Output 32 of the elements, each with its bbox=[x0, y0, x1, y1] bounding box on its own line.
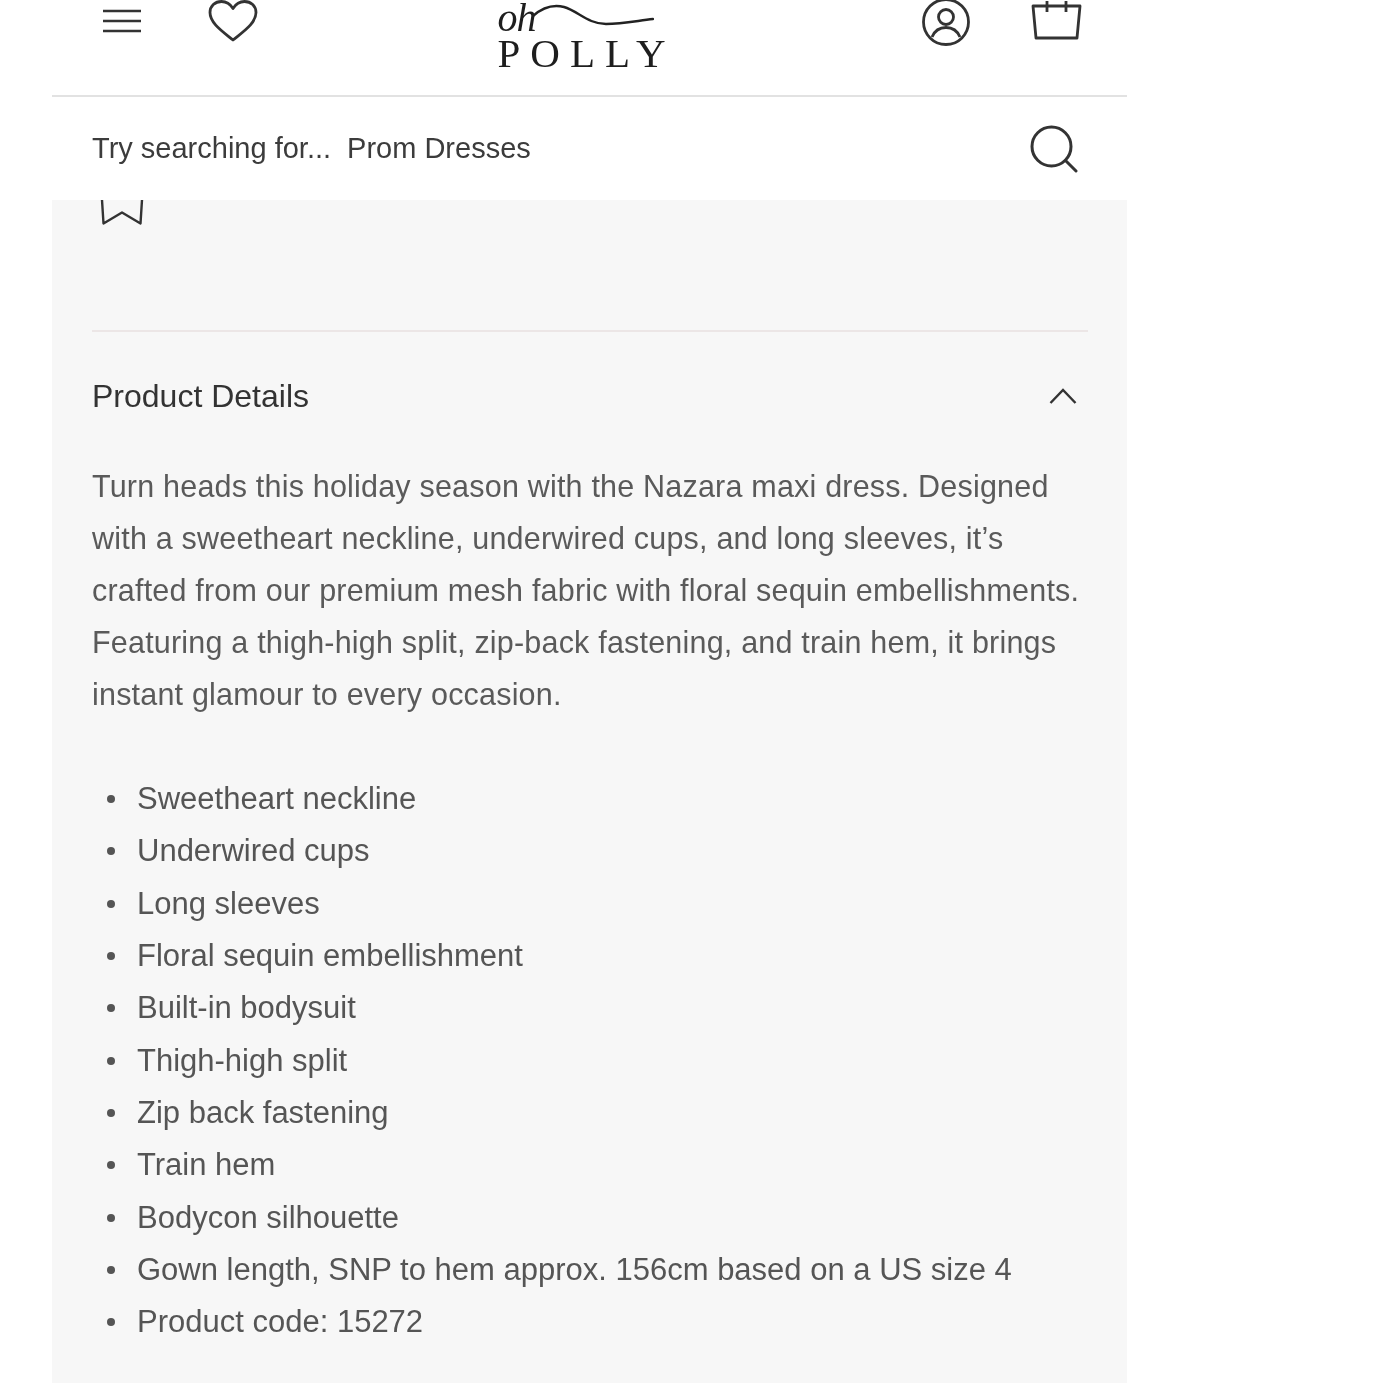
bullet-icon bbox=[107, 1108, 115, 1117]
bullet-icon bbox=[107, 1213, 115, 1222]
search-icon[interactable] bbox=[1030, 124, 1078, 173]
bullet-icon bbox=[107, 1318, 115, 1327]
heart-icon[interactable] bbox=[208, 0, 258, 42]
bullet-icon bbox=[107, 1265, 115, 1274]
feature-item: Train hem bbox=[137, 1146, 276, 1185]
chevron-icon[interactable] bbox=[1049, 388, 1077, 404]
feature-item: Floral sequin embellishment bbox=[137, 937, 523, 976]
feature-item: Long sleeves bbox=[137, 884, 320, 923]
bullet-icon bbox=[107, 1161, 115, 1170]
bullet-icon bbox=[107, 1004, 115, 1013]
feature-item: Built-in bodysuit bbox=[137, 989, 356, 1028]
bullet-icon bbox=[107, 952, 115, 961]
menu-icon[interactable] bbox=[103, 9, 141, 33]
section-title: Product Details bbox=[92, 377, 309, 415]
search-field[interactable]: Try searching for... Prom Dresses bbox=[92, 128, 531, 169]
feature-item: Zip back fastening bbox=[137, 1093, 389, 1132]
bullet-icon bbox=[107, 795, 115, 804]
product-description: Turn heads this holiday season with the Nazara maxi dress. Designed with a sweetheart neckline, underwired cups, and long sleeves, it’s crafted from our premium mesh fabric with floral sequin embellishments. Featuring a thigh-high split, zip-back fastening, and train hem, it brings instant glamour to every occasion. bbox=[92, 468, 1081, 714]
feature-item: Gown length, SNP to hem approx. 156cm based on a US size 4 bbox=[137, 1250, 1012, 1289]
logo-link[interactable]: oh POLLY bbox=[497, 0, 682, 70]
feature-item: Product code: 15272 bbox=[137, 1303, 424, 1342]
feature-item: Bodycon silhouette bbox=[137, 1198, 399, 1237]
feature-item: Sweetheart neckline bbox=[137, 780, 417, 819]
feature-item: Thigh-high split bbox=[137, 1041, 348, 1080]
bullet-icon bbox=[107, 1056, 115, 1065]
feature-item: Underwired cups bbox=[137, 832, 370, 871]
bullet-icon bbox=[107, 899, 115, 908]
account-icon[interactable] bbox=[921, 0, 971, 46]
shopping-bag-icon[interactable] bbox=[1030, 0, 1083, 40]
bullet-icon bbox=[107, 847, 115, 856]
